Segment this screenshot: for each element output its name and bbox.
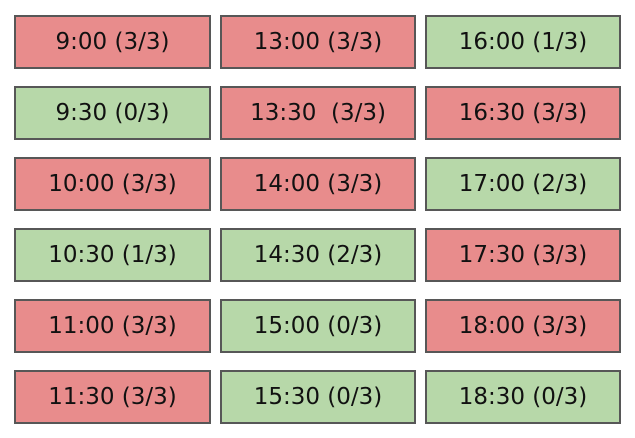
time-slot-0900[interactable]: 9:00 (3/3) xyxy=(14,15,211,69)
time-slot-1830[interactable]: 18:30 (0/3) xyxy=(425,370,621,424)
time-slot-1300[interactable]: 13:00 (3/3) xyxy=(220,15,416,69)
time-slot-1700[interactable]: 17:00 (2/3) xyxy=(425,157,621,211)
time-slot-0930[interactable]: 9:30 (0/3) xyxy=(14,86,211,140)
time-slot-grid: 9:00 (3/3) 13:00 (3/3) 16:00 (1/3) 9:30 … xyxy=(14,15,621,424)
time-slot-1400[interactable]: 14:00 (3/3) xyxy=(220,157,416,211)
time-slot-1630[interactable]: 16:30 (3/3) xyxy=(425,86,621,140)
time-slot-1000[interactable]: 10:00 (3/3) xyxy=(14,157,211,211)
time-slot-1500[interactable]: 15:00 (0/3) xyxy=(220,299,416,353)
time-slot-1330[interactable]: 13:30 (3/3) xyxy=(220,86,416,140)
time-slot-1030[interactable]: 10:30 (1/3) xyxy=(14,228,211,282)
time-slot-1430[interactable]: 14:30 (2/3) xyxy=(220,228,416,282)
time-slot-1100[interactable]: 11:00 (3/3) xyxy=(14,299,211,353)
time-slot-1530[interactable]: 15:30 (0/3) xyxy=(220,370,416,424)
time-slot-1800[interactable]: 18:00 (3/3) xyxy=(425,299,621,353)
time-slot-1130[interactable]: 11:30 (3/3) xyxy=(14,370,211,424)
time-slot-1600[interactable]: 16:00 (1/3) xyxy=(425,15,621,69)
time-slot-1730[interactable]: 17:30 (3/3) xyxy=(425,228,621,282)
